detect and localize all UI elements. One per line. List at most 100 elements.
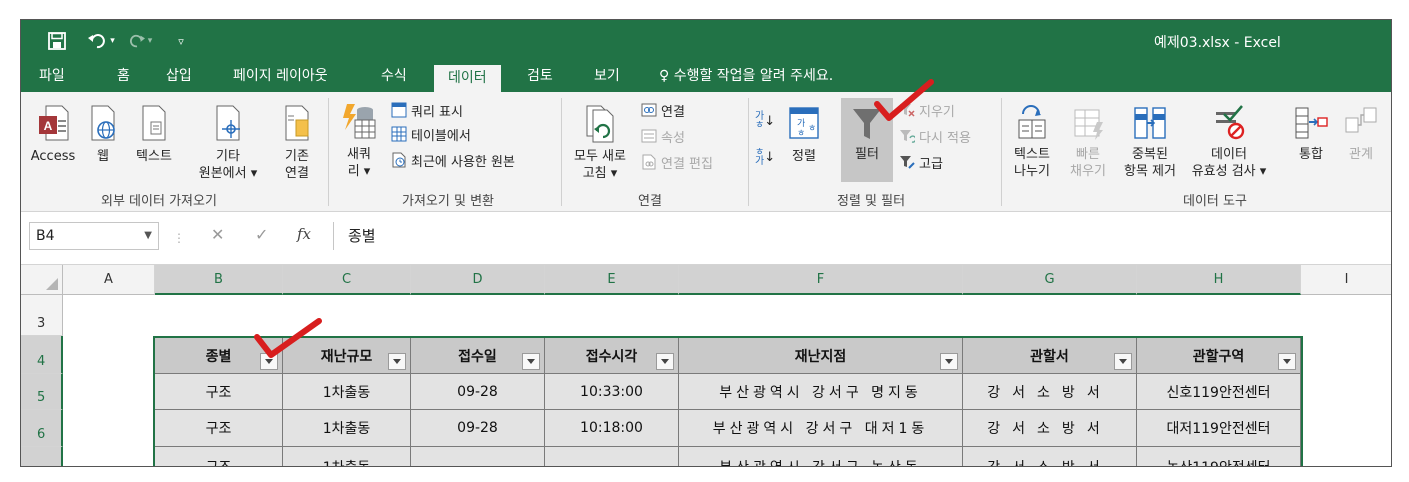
formula-input[interactable]: 종별 [333, 222, 1383, 250]
table-cell[interactable] [545, 447, 679, 466]
existing-connections-button[interactable]: 기존 연결 [275, 104, 319, 182]
table-cell[interactable]: 1차출동 [283, 447, 411, 466]
tab-data[interactable]: 데이터 [434, 65, 501, 92]
tell-me-search[interactable]: ♀ 수행할 작업을 알려 주세요. [659, 62, 833, 92]
filter-dropdown-button[interactable] [522, 353, 540, 370]
filter-dropdown-button[interactable] [656, 353, 674, 370]
consolidate-button[interactable]: 통합 [1289, 104, 1333, 163]
properties-button[interactable]: 속성 [641, 126, 685, 146]
formula-bar: B4 ▼ ⋮ ✕ ✓ fx 종별 [21, 213, 1391, 265]
save-icon[interactable] [43, 28, 71, 54]
refresh-all-button[interactable]: 모두 새로 고침 ▾ [567, 104, 633, 182]
check-mark-icon [254, 318, 322, 358]
table-header-cell[interactable]: 관할구역 [1137, 338, 1301, 374]
table-header-cell[interactable]: 접수일 [411, 338, 545, 374]
text-to-columns-icon [1018, 105, 1046, 139]
reapply-icon [900, 130, 915, 143]
table-cell[interactable]: 구조 [155, 410, 283, 447]
filter-dropdown-button[interactable] [1114, 353, 1132, 370]
relationships-button[interactable]: 관계 [1339, 104, 1383, 163]
table-cell[interactable] [411, 447, 545, 466]
tab-home[interactable]: 홈 [117, 62, 130, 92]
from-web-button[interactable]: 웹 [85, 104, 121, 165]
text-to-columns-button[interactable]: 텍스트 나누기 [1007, 104, 1057, 180]
table-cell[interactable]: 1차출동 [283, 410, 411, 447]
table-cell[interactable]: 강서소방서 [963, 447, 1137, 466]
flash-fill-button[interactable]: 빠른 채우기 [1063, 104, 1113, 180]
from-text-button[interactable]: 텍스트 [129, 104, 179, 165]
table-cell[interactable]: 신호119안전센터 [1137, 374, 1301, 410]
column-header-g[interactable]: G [963, 265, 1137, 295]
new-query-button[interactable]: 새쿼 리 ▾ [337, 102, 381, 180]
tab-file[interactable]: 파일 [39, 62, 65, 92]
column-header-h[interactable]: H [1137, 265, 1301, 295]
table-cell[interactable]: 부산광역시 강서구 대저1동 [679, 410, 963, 447]
row-header-5[interactable]: 5 [21, 374, 63, 410]
access-button[interactable]: A Access [29, 104, 77, 165]
tab-view[interactable]: 보기 [594, 62, 620, 92]
insert-function-icon[interactable]: fx [297, 225, 311, 243]
table-header-cell[interactable]: 관할서 [963, 338, 1137, 374]
column-header-b[interactable]: B [155, 265, 283, 295]
filter-dropdown-button[interactable] [388, 353, 406, 370]
chevron-down-icon [661, 359, 669, 364]
filter-dropdown-button[interactable] [1278, 353, 1296, 370]
table-cell[interactable]: 1차출동 [283, 374, 411, 410]
undo-icon[interactable]: ▾ [81, 28, 121, 54]
column-header-e[interactable]: E [545, 265, 679, 295]
properties-icon [641, 129, 657, 143]
enter-icon[interactable]: ✓ [255, 225, 268, 244]
cancel-icon[interactable]: ✕ [211, 225, 224, 244]
worksheet-grid: A B C D E F G H I 3 4 5 6 종별 재난규모 접수일 접수… [21, 265, 1391, 466]
select-all-corner[interactable] [21, 265, 63, 295]
tab-insert[interactable]: 삽입 [166, 62, 192, 92]
table-cell[interactable]: 09-28 [411, 410, 545, 447]
filter-dropdown-button[interactable] [940, 353, 958, 370]
sort-ascending-button[interactable]: 가ㅎ ↓ [755, 112, 775, 131]
table-cell[interactable]: 녹산119안전센터 [1137, 447, 1301, 466]
tab-review[interactable]: 검토 [527, 62, 553, 92]
group-label-data-tools: 데이터 도구 [1183, 194, 1247, 209]
recent-sources-button[interactable]: 최근에 사용한 원본 [391, 150, 515, 170]
table-cell[interactable]: 부산광역시 강서구 녹산동 [679, 447, 963, 466]
table-cell[interactable]: 대저119안전센터 [1137, 410, 1301, 447]
table-cell[interactable]: 강서소방서 [963, 410, 1137, 447]
column-header-c[interactable]: C [283, 265, 411, 295]
chevron-down-icon[interactable]: ▼ [144, 223, 152, 249]
row-header-7[interactable] [21, 447, 63, 466]
excel-window: ▾ ▾ ▿ 예제03.xlsx - Excel 파일 홈 삽입 페이지 레이아웃… [20, 19, 1392, 467]
edit-links-button[interactable]: 연결 편집 [641, 152, 713, 172]
tab-formulas[interactable]: 수식 [381, 62, 407, 92]
sort-descending-button[interactable]: ㅎ가 ↓ [755, 148, 775, 167]
show-queries-button[interactable]: 쿼리 표시 [391, 100, 463, 120]
tab-page-layout[interactable]: 페이지 레이아웃 [233, 62, 328, 92]
name-box[interactable]: B4 ▼ [29, 222, 159, 250]
data-validation-button[interactable]: 데이터 유효성 검사 ▾ [1181, 104, 1277, 180]
redo-icon[interactable]: ▾ [123, 28, 157, 54]
table-cell[interactable]: 부산광역시 강서구 명지동 [679, 374, 963, 410]
connections-button[interactable]: 연결 [641, 100, 685, 120]
column-header-a[interactable]: A [63, 265, 155, 295]
advanced-filter-button[interactable]: 고급 [899, 152, 943, 172]
table-cell[interactable]: 구조 [155, 447, 283, 466]
table-cell[interactable]: 강서소방서 [963, 374, 1137, 410]
row-header-4[interactable]: 4 [21, 336, 63, 374]
reapply-filter-button[interactable]: 다시 적용 [899, 126, 971, 146]
column-header-f[interactable]: F [679, 265, 963, 295]
column-header-i[interactable]: I [1301, 265, 1391, 295]
sort-button[interactable]: 가ㅎㅎ 정렬 [783, 104, 825, 165]
from-other-sources-button[interactable]: 기타 원본에서 ▾ [193, 104, 263, 182]
table-header-cell[interactable]: 재난지점 [679, 338, 963, 374]
table-cell[interactable]: 10:18:00 [545, 410, 679, 447]
column-header-d[interactable]: D [411, 265, 545, 295]
row-header-3[interactable]: 3 [21, 295, 63, 336]
customize-qat-icon[interactable]: ▿ [171, 28, 191, 54]
consolidate-icon [1295, 107, 1328, 139]
table-cell[interactable]: 구조 [155, 374, 283, 410]
table-cell[interactable]: 10:33:00 [545, 374, 679, 410]
row-header-6[interactable]: 6 [21, 410, 63, 447]
from-table-button[interactable]: 테이블에서 [391, 124, 471, 144]
remove-duplicates-button[interactable]: 중복된 항목 제거 [1117, 104, 1183, 180]
table-header-cell[interactable]: 접수시각 [545, 338, 679, 374]
table-cell[interactable]: 09-28 [411, 374, 545, 410]
